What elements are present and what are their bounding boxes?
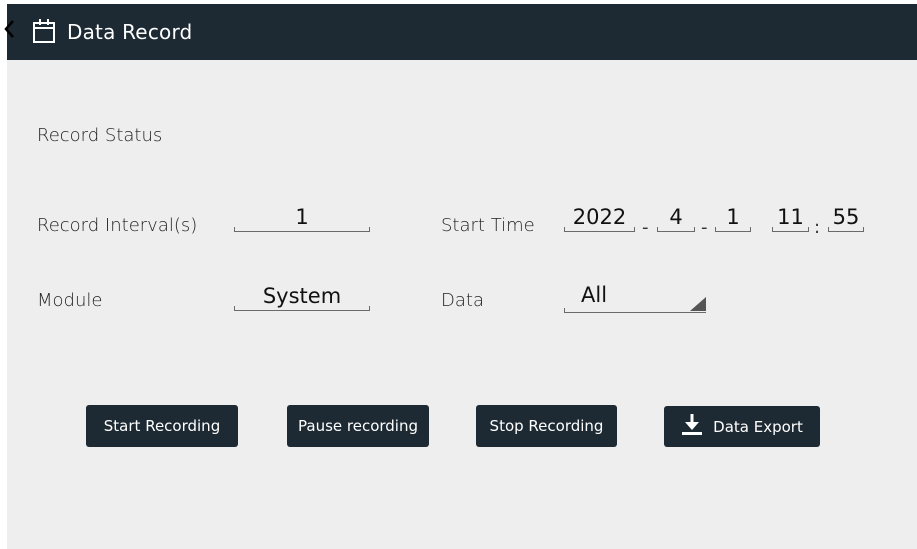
download-icon [682, 413, 703, 435]
dropdown-triangle-icon [690, 297, 706, 311]
start-recording-button[interactable]: Start Recording [86, 405, 238, 447]
data-dropdown[interactable]: All [564, 281, 706, 313]
data-dropdown-value: All [581, 283, 608, 307]
date-separator: - [701, 217, 708, 238]
module-select[interactable]: System [234, 282, 370, 311]
start-day-input[interactable]: 1 [715, 203, 751, 232]
start-month-input[interactable]: 4 [657, 203, 695, 232]
start-year-input[interactable]: 2022 [564, 203, 635, 232]
data-label: Data [441, 290, 484, 311]
calendar-icon [33, 19, 55, 43]
start-hour-input[interactable]: 11 [772, 203, 809, 232]
start-minute-input[interactable]: 55 [828, 203, 864, 232]
data-export-button[interactable]: Data Export [664, 406, 820, 447]
record-interval-label: Record Interval(s) [37, 215, 198, 236]
pause-recording-button[interactable]: Pause recording [287, 405, 429, 447]
start-time-label: Start Time [441, 215, 535, 236]
record-interval-input[interactable]: 1 [234, 203, 370, 232]
date-separator: - [642, 217, 649, 238]
stop-recording-button[interactable]: Stop Recording [476, 405, 617, 447]
record-status-label: Record Status [37, 125, 163, 146]
chevron-left-icon[interactable] [3, 19, 15, 39]
data-export-label: Data Export [713, 417, 803, 436]
page-title: Data Record [67, 20, 193, 44]
time-separator: : [814, 217, 821, 238]
module-label: Module [37, 290, 103, 311]
content-panel [7, 4, 917, 549]
